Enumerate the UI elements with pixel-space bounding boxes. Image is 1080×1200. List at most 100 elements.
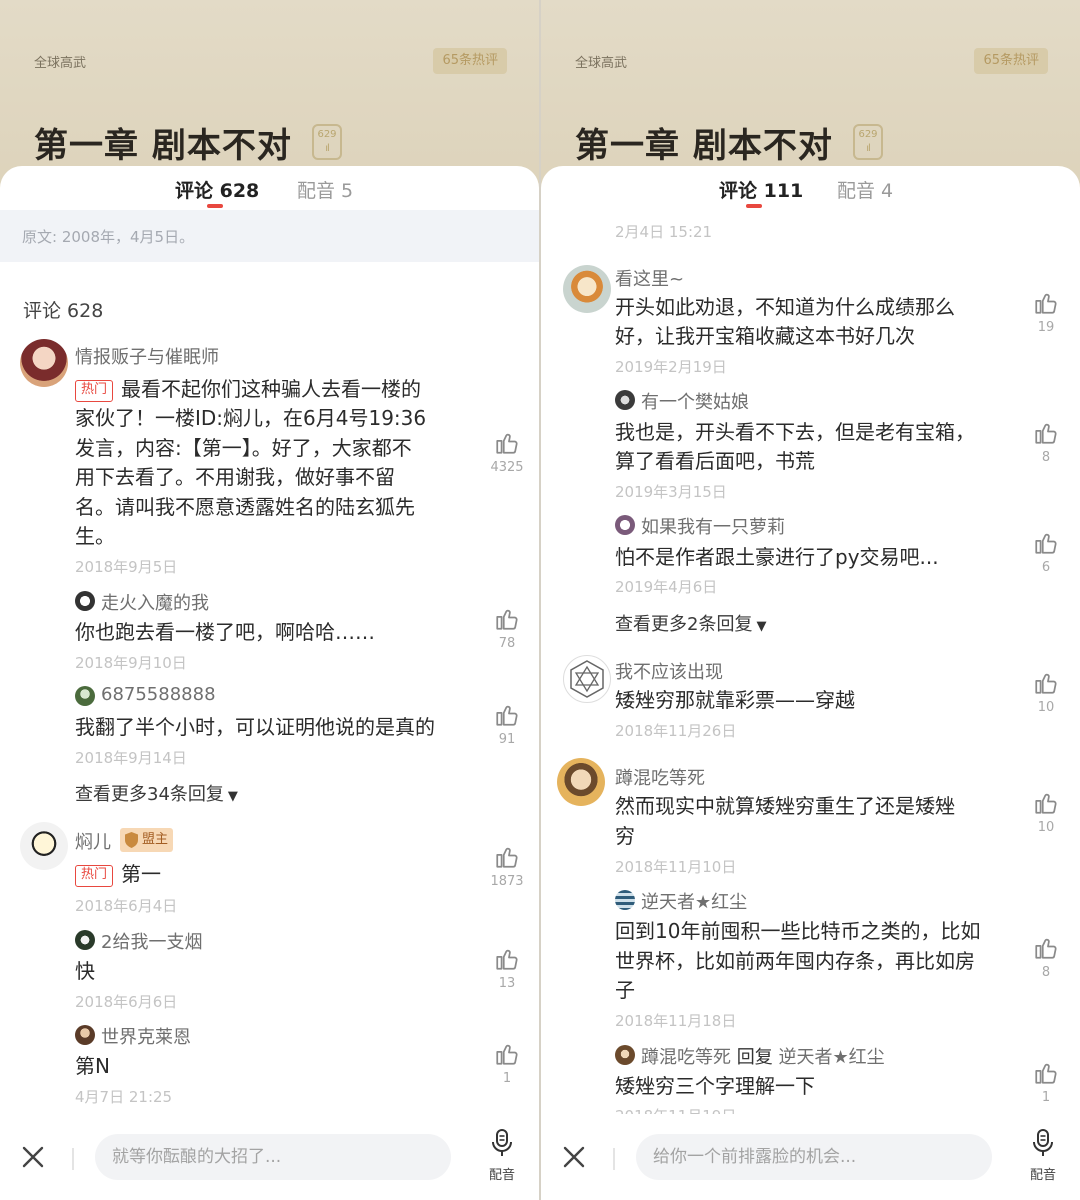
avatar[interactable] xyxy=(563,655,611,703)
comment-text: 热门 第一 xyxy=(75,860,161,890)
tab-bar: 评论 628 配音 5 xyxy=(0,166,539,210)
reply-time: 2019年4月6日 xyxy=(615,578,718,596)
like-count: 1873 xyxy=(490,874,524,889)
like-button[interactable]: 10 xyxy=(1026,790,1066,835)
comment-input[interactable] xyxy=(636,1134,992,1180)
comment-input[interactable] xyxy=(95,1134,451,1180)
like-button[interactable]: 19 xyxy=(1026,290,1066,335)
reply-text: 我翻了半个小时，可以证明他说的是真的 xyxy=(75,715,435,739)
tab-dubbing[interactable]: 配音 4 xyxy=(837,176,893,203)
avatar[interactable] xyxy=(615,1045,635,1065)
microphone-icon xyxy=(492,1129,512,1156)
thumbs-up-icon xyxy=(494,844,520,870)
like-button[interactable]: 78 xyxy=(487,606,527,651)
reply-username[interactable]: 2给我一支烟 xyxy=(101,928,202,954)
comment-username[interactable]: 我不应该出现 xyxy=(615,658,723,684)
comment-time: 2018年6月4日 xyxy=(75,897,178,915)
avatar[interactable] xyxy=(563,265,611,313)
tab-indicator xyxy=(207,204,223,208)
like-count: 78 xyxy=(498,636,516,651)
chapter-title: 第一章 剧本不对 xyxy=(34,126,292,166)
comment-line: 名。请叫我不愿意透露姓名的陆玄狐先 xyxy=(75,495,415,519)
like-count: 1 xyxy=(502,1071,512,1086)
chapter-comment-count-badge[interactable]: 629 ıl xyxy=(312,124,342,160)
thumbs-up-icon xyxy=(494,702,520,728)
like-button[interactable]: 91 xyxy=(487,702,527,747)
close-icon[interactable] xyxy=(561,1144,587,1170)
divider xyxy=(72,1148,74,1170)
reply-username[interactable]: 世界克莱恩 xyxy=(101,1023,191,1049)
chapter-badge-count: 629 xyxy=(858,129,878,140)
tab-comments[interactable]: 评论 628 xyxy=(175,176,259,203)
tab-dubbing[interactable]: 配音 5 xyxy=(297,176,353,203)
avatar[interactable] xyxy=(615,515,635,535)
comment-time: 2018年11月26日 xyxy=(615,722,737,740)
dubbing-button[interactable]: 配音 xyxy=(1025,1128,1061,1183)
avatar[interactable] xyxy=(20,822,68,870)
comment-input-bar: 配音 xyxy=(0,1114,539,1200)
thumbs-up-icon xyxy=(494,1041,520,1067)
comment-line: 然而现实中就算矮矬穷重生了还是矮矬 xyxy=(615,794,955,818)
tab-indicator xyxy=(746,204,762,208)
divider xyxy=(613,1148,615,1170)
avatar[interactable] xyxy=(20,339,68,387)
reply-username[interactable]: 蹲混吃等死 xyxy=(641,1047,731,1068)
reply-username[interactable]: 走火入魔的我 xyxy=(101,589,209,615)
source-quote: 原文: 2008年，4月5日。 xyxy=(0,210,539,262)
bar-chart-icon: ıl xyxy=(866,143,871,154)
comment-sheet: 评论 111 配音 4 2月4日 15:21 看这里~ 开头如此劝退，不知道为什… xyxy=(541,166,1080,1200)
like-button[interactable]: 8 xyxy=(1026,420,1066,465)
like-count: 10 xyxy=(1037,700,1055,715)
reply-to-username[interactable]: 逆天者★红尘 xyxy=(778,1047,884,1068)
reply-username[interactable]: 6875588888 xyxy=(101,684,216,705)
like-count: 19 xyxy=(1037,320,1055,335)
reply-time: 2018年9月10日 xyxy=(75,654,187,672)
like-button[interactable]: 1873 xyxy=(487,844,527,889)
tab-comments[interactable]: 评论 111 xyxy=(719,176,803,203)
comment-username[interactable]: 看这里~ xyxy=(615,265,684,291)
hot-comments-badge[interactable]: 65条热评 xyxy=(433,48,507,74)
reply-text: 第N xyxy=(75,1054,110,1078)
microphone-icon xyxy=(1033,1129,1053,1156)
reply-username[interactable]: 逆天者★红尘 xyxy=(641,888,747,914)
comments-section-title: 评论 628 xyxy=(23,300,104,322)
comment-line: 矮矬穷那就靠彩票——穿越 xyxy=(615,688,855,712)
hot-comments-badge[interactable]: 65条热评 xyxy=(974,48,1048,74)
thumbs-up-icon xyxy=(1033,790,1059,816)
like-button[interactable]: 1 xyxy=(1026,1060,1066,1105)
chapter-comment-count-badge[interactable]: 629 ıl xyxy=(853,124,883,160)
thumbs-up-icon xyxy=(494,606,520,632)
like-button[interactable]: 6 xyxy=(1026,530,1066,575)
view-more-replies[interactable]: 查看更多34条回复 ▼ xyxy=(75,780,238,806)
reader-background: 全球高武 65条热评 第一章 剧本不对 629 ıl xyxy=(541,0,1080,190)
avatar[interactable] xyxy=(75,1025,95,1045)
right-screen: 全球高武 65条热评 第一章 剧本不对 629 ıl 评论 111 配音 4 2… xyxy=(541,0,1080,1200)
comment-username[interactable]: 蹲混吃等死 xyxy=(615,764,705,790)
avatar[interactable] xyxy=(557,758,605,806)
comment-username[interactable]: 焖儿 xyxy=(75,828,111,854)
avatar[interactable] xyxy=(615,890,635,910)
book-name: 全球高武 xyxy=(34,56,87,71)
reply-username[interactable]: 有一个樊姑娘 xyxy=(641,388,749,414)
avatar[interactable] xyxy=(75,686,95,706)
comment-username[interactable]: 情报贩子与催眠师 xyxy=(75,343,219,369)
chapter-title: 第一章 剧本不对 xyxy=(575,126,833,166)
like-button[interactable]: 10 xyxy=(1026,670,1066,715)
thumbs-up-icon xyxy=(494,430,520,456)
comment-text: 热门 最看不起你们这种骗人去看一楼的 xyxy=(75,375,421,405)
close-icon[interactable] xyxy=(20,1144,46,1170)
avatar[interactable] xyxy=(75,591,95,611)
reply-username[interactable]: 如果我有一只萝莉 xyxy=(641,513,785,539)
comment-time: 2019年2月19日 xyxy=(615,358,727,376)
like-button[interactable]: 4325 xyxy=(487,430,527,475)
like-button[interactable]: 8 xyxy=(1026,935,1066,980)
like-button[interactable]: 13 xyxy=(487,946,527,991)
view-more-replies[interactable]: 查看更多2条回复 ▼ xyxy=(615,610,766,636)
reply-time: 4月7日 21:25 xyxy=(75,1088,173,1106)
avatar[interactable] xyxy=(75,930,95,950)
reply-line: 回到10年前囤积一些比特币之类的，比如 xyxy=(615,919,981,943)
dubbing-button[interactable]: 配音 xyxy=(484,1128,520,1183)
like-button[interactable]: 1 xyxy=(487,1041,527,1086)
hot-tag: 热门 xyxy=(75,380,114,402)
avatar[interactable] xyxy=(615,390,635,410)
